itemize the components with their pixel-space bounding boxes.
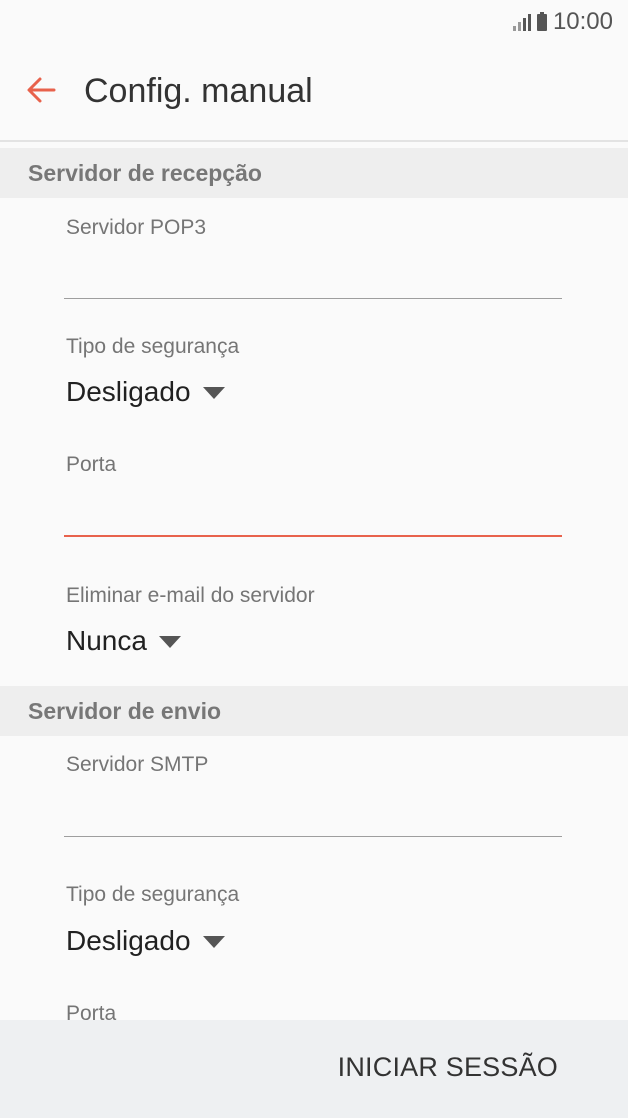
pop3-server-underline xyxy=(64,298,562,299)
incoming-security-label: Tipo de segurança xyxy=(66,335,240,358)
incoming-security-value: Desligado xyxy=(66,376,191,407)
pop3-server-input[interactable] xyxy=(64,256,562,296)
delete-email-value: Nunca xyxy=(66,625,147,656)
status-bar: 10:00 xyxy=(0,0,628,44)
caret-down-icon xyxy=(158,636,181,648)
outgoing-security-dropdown[interactable]: Desligado xyxy=(66,925,225,957)
incoming-port-underline xyxy=(64,535,562,537)
page-title: Config. manual xyxy=(84,72,313,110)
smtp-server-input[interactable] xyxy=(64,794,562,834)
status-time: 10:00 xyxy=(552,8,613,35)
smtp-server-label: Servidor SMTP xyxy=(66,753,209,776)
incoming-port-label: Porta xyxy=(66,453,117,476)
arrow-left-icon[interactable] xyxy=(24,72,60,108)
bottom-bar: INICIAR SESSÃO xyxy=(0,1020,628,1118)
battery-icon xyxy=(536,11,547,31)
signal-icon xyxy=(512,13,531,31)
delete-email-dropdown[interactable]: Nunca xyxy=(66,625,181,657)
app-bar: Config. manual xyxy=(0,44,628,142)
signin-button[interactable]: INICIAR SESSÃO xyxy=(338,1052,558,1083)
caret-down-icon xyxy=(202,936,225,948)
section-header-outgoing: Servidor de envio xyxy=(0,686,628,736)
pop3-server-label: Servidor POP3 xyxy=(66,216,207,239)
incoming-port-input[interactable] xyxy=(64,494,562,534)
section-header-incoming: Servidor de recepção xyxy=(0,148,628,198)
delete-email-label: Eliminar e-mail do servidor xyxy=(66,584,315,607)
caret-down-icon xyxy=(202,387,225,399)
smtp-server-underline xyxy=(64,836,562,837)
outgoing-security-label: Tipo de segurança xyxy=(66,883,240,906)
outgoing-security-value: Desligado xyxy=(66,925,191,956)
incoming-security-dropdown[interactable]: Desligado xyxy=(66,376,225,408)
